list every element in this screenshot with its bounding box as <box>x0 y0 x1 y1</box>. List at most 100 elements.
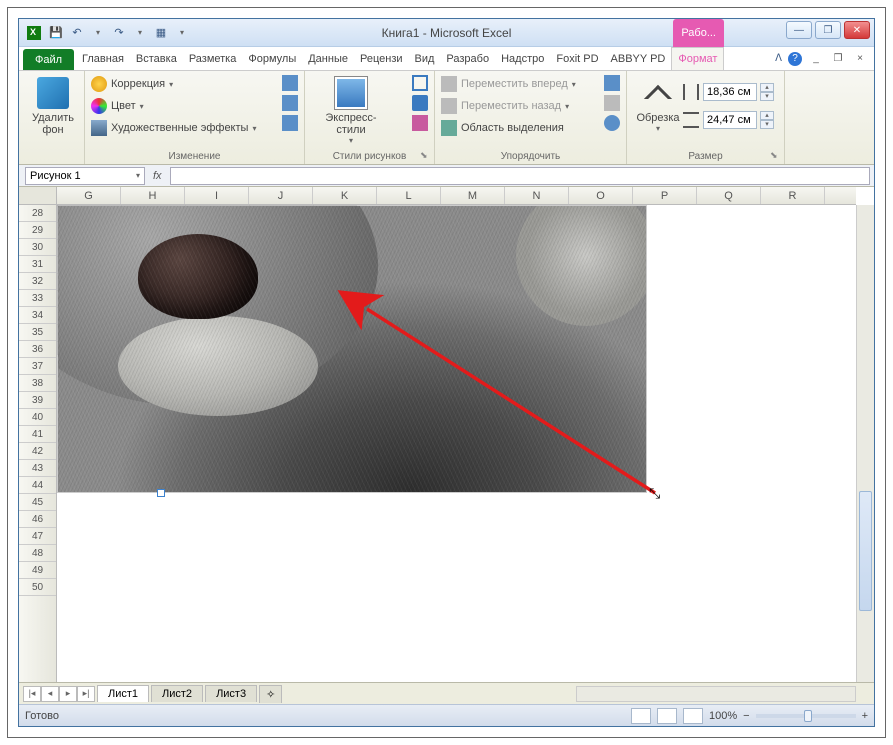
row-header-33[interactable]: 33 <box>19 290 56 307</box>
rotate-icon[interactable] <box>604 115 620 131</box>
zoom-thumb[interactable] <box>804 710 812 722</box>
row-header-43[interactable]: 43 <box>19 460 56 477</box>
row-header-38[interactable]: 38 <box>19 375 56 392</box>
fx-icon[interactable]: fx <box>153 170 162 182</box>
row-header-37[interactable]: 37 <box>19 358 56 375</box>
row-header-46[interactable]: 46 <box>19 511 56 528</box>
align-icon[interactable] <box>604 75 620 91</box>
sheet-nav-3[interactable]: ▸| <box>77 686 95 702</box>
compress-icon[interactable] <box>282 75 298 91</box>
width-down[interactable]: ▾ <box>760 120 774 129</box>
col-header-H[interactable]: H <box>121 187 185 204</box>
row-header-34[interactable]: 34 <box>19 307 56 324</box>
col-header-M[interactable]: M <box>441 187 505 204</box>
inserted-picture[interactable] <box>57 205 647 493</box>
mdi-restore[interactable]: ❐ <box>830 52 846 66</box>
col-header-P[interactable]: P <box>633 187 697 204</box>
row-header-31[interactable]: 31 <box>19 256 56 273</box>
sheet-nav-2[interactable]: ▸ <box>59 686 77 702</box>
qat-customize[interactable]: ▾ <box>173 24 191 42</box>
tab-view[interactable]: Вид <box>409 47 441 70</box>
col-header-K[interactable]: K <box>313 187 377 204</box>
zoom-in-button[interactable]: + <box>862 710 868 722</box>
row-header-30[interactable]: 30 <box>19 239 56 256</box>
view-normal-button[interactable] <box>631 708 651 724</box>
row-header-49[interactable]: 49 <box>19 562 56 579</box>
help-icon[interactable]: ? <box>788 52 802 66</box>
styles-launcher[interactable]: ⬊ <box>420 150 432 162</box>
tab-developer[interactable]: Разрабо <box>440 47 495 70</box>
qat-redo[interactable]: ↷ <box>110 24 128 42</box>
new-sheet-button[interactable]: ✧ <box>259 685 282 703</box>
size-launcher[interactable]: ⬊ <box>770 150 782 162</box>
mdi-minimize[interactable]: _ <box>808 52 824 66</box>
row-header-44[interactable]: 44 <box>19 477 56 494</box>
row-header-47[interactable]: 47 <box>19 528 56 545</box>
row-headers[interactable]: 2829303132333435363738394041424344454647… <box>19 205 57 682</box>
reset-pic-icon[interactable] <box>282 115 298 131</box>
color-button[interactable]: Цвет▾ <box>91 95 298 117</box>
remove-background-button[interactable]: Удалить фон <box>25 73 81 136</box>
sheet-tab-2[interactable]: Лист2 <box>151 685 203 702</box>
sheet-tab-3[interactable]: Лист3 <box>205 685 257 702</box>
tab-formulas[interactable]: Формулы <box>242 47 302 70</box>
qat-undo-more[interactable]: ▾ <box>89 24 107 42</box>
resize-handle-bottom[interactable] <box>157 489 165 497</box>
corrections-button[interactable]: Коррекция▾ <box>91 73 298 95</box>
tab-home[interactable]: Главная <box>76 47 130 70</box>
crop-button[interactable]: Обрезка▾ <box>633 73 683 145</box>
col-header-L[interactable]: L <box>377 187 441 204</box>
row-header-32[interactable]: 32 <box>19 273 56 290</box>
vertical-scrollbar[interactable] <box>856 205 874 682</box>
namebox-dropdown-icon[interactable]: ▾ <box>136 171 140 180</box>
zoom-level[interactable]: 100% <box>709 710 737 722</box>
send-backward-button[interactable]: Переместить назад▾ <box>441 95 620 117</box>
border-icon[interactable] <box>412 75 428 91</box>
minimize-button[interactable]: — <box>786 21 812 39</box>
height-input[interactable] <box>703 83 757 101</box>
col-header-O[interactable]: O <box>569 187 633 204</box>
row-header-36[interactable]: 36 <box>19 341 56 358</box>
layout-icon[interactable] <box>412 115 428 131</box>
tab-data[interactable]: Данные <box>302 47 354 70</box>
col-header-G[interactable]: G <box>57 187 121 204</box>
col-header-I[interactable]: I <box>185 187 249 204</box>
row-header-45[interactable]: 45 <box>19 494 56 511</box>
row-header-41[interactable]: 41 <box>19 426 56 443</box>
formula-input[interactable] <box>170 167 870 185</box>
selection-pane-button[interactable]: Область выделения <box>441 117 620 139</box>
name-box[interactable]: Рисунок 1 ▾ <box>25 167 145 185</box>
view-break-button[interactable] <box>683 708 703 724</box>
sheet-nav-1[interactable]: ◂ <box>41 686 59 702</box>
tab-foxit[interactable]: Foxit PD <box>550 47 604 70</box>
qat-save[interactable]: 💾 <box>47 24 65 42</box>
bring-forward-button[interactable]: Переместить вперед▾ <box>441 73 620 95</box>
ribbon-minimize-icon[interactable]: ᐱ <box>775 53 782 64</box>
zoom-slider[interactable] <box>756 714 856 718</box>
artistic-effects-button[interactable]: Художественные эффекты▾ <box>91 117 298 139</box>
row-header-28[interactable]: 28 <box>19 205 56 222</box>
qat-redo-more[interactable]: ▾ <box>131 24 149 42</box>
col-header-N[interactable]: N <box>505 187 569 204</box>
picture-styles-button[interactable]: Экспресс-стили ▾ <box>311 73 391 145</box>
row-header-29[interactable]: 29 <box>19 222 56 239</box>
cells-area[interactable]: ⤡ <box>57 205 856 682</box>
tab-addins[interactable]: Надстро <box>495 47 550 70</box>
height-up[interactable]: ▴ <box>760 83 774 92</box>
mdi-close[interactable]: × <box>852 52 868 66</box>
worksheet-grid[interactable]: GHIJKLMNOPQR 282930313233343536373839404… <box>19 187 874 682</box>
col-header-R[interactable]: R <box>761 187 825 204</box>
col-header-Q[interactable]: Q <box>697 187 761 204</box>
select-all-button[interactable] <box>19 187 57 205</box>
row-header-50[interactable]: 50 <box>19 579 56 596</box>
tab-format[interactable]: Формат <box>671 47 724 70</box>
row-header-35[interactable]: 35 <box>19 324 56 341</box>
horizontal-scrollbar[interactable] <box>576 686 856 702</box>
sheet-tab-1[interactable]: Лист1 <box>97 685 149 702</box>
tab-abbyy[interactable]: ABBYY PD <box>605 47 672 70</box>
row-header-39[interactable]: 39 <box>19 392 56 409</box>
column-headers[interactable]: GHIJKLMNOPQR <box>57 187 856 205</box>
width-input[interactable] <box>703 111 757 129</box>
change-pic-icon[interactable] <box>282 95 298 111</box>
maximize-button[interactable]: ❐ <box>815 21 841 39</box>
